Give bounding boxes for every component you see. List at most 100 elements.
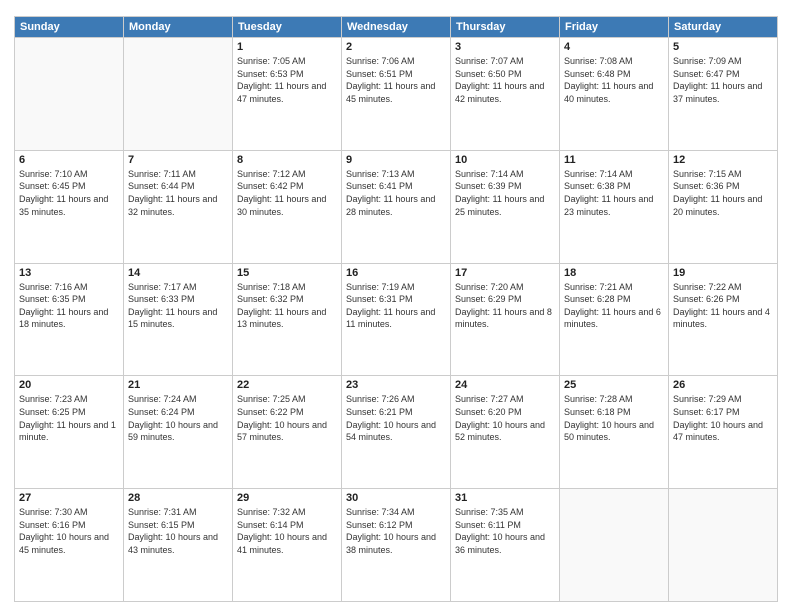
- day-info: Sunrise: 7:13 AM Sunset: 6:41 PM Dayligh…: [346, 168, 446, 218]
- calendar-cell: 20Sunrise: 7:23 AM Sunset: 6:25 PM Dayli…: [15, 376, 124, 489]
- day-info: Sunrise: 7:29 AM Sunset: 6:17 PM Dayligh…: [673, 393, 773, 443]
- day-info: Sunrise: 7:15 AM Sunset: 6:36 PM Dayligh…: [673, 168, 773, 218]
- day-info: Sunrise: 7:14 AM Sunset: 6:38 PM Dayligh…: [564, 168, 664, 218]
- calendar-cell: 6Sunrise: 7:10 AM Sunset: 6:45 PM Daylig…: [15, 150, 124, 263]
- day-number: 29: [237, 492, 337, 504]
- day-info: Sunrise: 7:30 AM Sunset: 6:16 PM Dayligh…: [19, 506, 119, 556]
- calendar-cell: 24 Sunrise: 7:27 AM Sunset: 6:20 PM Dayli…: [451, 376, 560, 489]
- calendar-cell: 7 Sunrise: 7:11 AM Sunset: 6:44 PM Daylig…: [124, 150, 233, 263]
- day-info: Sunrise: 7:34 AM Sunset: 6:12 PM Dayligh…: [346, 506, 446, 556]
- day-number: 10: [455, 154, 555, 166]
- day-number: 14: [128, 267, 228, 279]
- day-number: 4: [564, 41, 664, 53]
- day-info: Sunrise: 7:35 AM Sunset: 6:11 PM Dayligh…: [455, 506, 555, 556]
- calendar-cell: 26 Sunrise: 7:29 AM Sunset: 6:17 PM Dayli…: [669, 376, 778, 489]
- calendar-cell: 23 Sunrise: 7:26 AM Sunset: 6:21 PM Dayli…: [342, 376, 451, 489]
- day-info: Sunrise: 7:09 AM Sunset: 6:47 PM Dayligh…: [673, 55, 773, 105]
- day-info: Sunrise: 7:31 AM Sunset: 6:15 PM Dayligh…: [128, 506, 228, 556]
- weekday-header: Tuesday: [233, 17, 342, 38]
- day-number: 25: [564, 379, 664, 391]
- day-number: 15: [237, 267, 337, 279]
- day-info: Sunrise: 7:25 AM Sunset: 6:22 PM Dayligh…: [237, 393, 337, 443]
- calendar-cell: 28Sunrise: 7:31 AM Sunset: 6:15 PM Dayli…: [124, 489, 233, 602]
- calendar-table: SundayMondayTuesdayWednesdayThursdayFrid…: [14, 16, 778, 602]
- calendar-cell: 22 Sunrise: 7:25 AM Sunset: 6:22 PM Dayli…: [233, 376, 342, 489]
- day-info: Sunrise: 7:24 AM Sunset: 6:24 PM Dayligh…: [128, 393, 228, 443]
- day-info: Sunrise: 7:19 AM Sunset: 6:31 PM Dayligh…: [346, 281, 446, 331]
- calendar-cell: 11Sunrise: 7:14 AM Sunset: 6:38 PM Dayli…: [560, 150, 669, 263]
- weekday-header: Friday: [560, 17, 669, 38]
- day-number: 1: [237, 41, 337, 53]
- day-info: Sunrise: 7:12 AM Sunset: 6:42 PM Dayligh…: [237, 168, 337, 218]
- calendar-cell: 19 Sunrise: 7:22 AM Sunset: 6:26 PM Dayli…: [669, 263, 778, 376]
- day-info: Sunrise: 7:32 AM Sunset: 6:14 PM Dayligh…: [237, 506, 337, 556]
- calendar-cell: 3 Sunrise: 7:07 AM Sunset: 6:50 PM Daylig…: [451, 38, 560, 151]
- calendar-cell: 15Sunrise: 7:18 AM Sunset: 6:32 PM Dayli…: [233, 263, 342, 376]
- day-number: 8: [237, 154, 337, 166]
- weekday-header: Sunday: [15, 17, 124, 38]
- day-number: 24: [455, 379, 555, 391]
- day-number: 18: [564, 267, 664, 279]
- day-number: 2: [346, 41, 446, 53]
- calendar-cell: 5 Sunrise: 7:09 AM Sunset: 6:47 PM Daylig…: [669, 38, 778, 151]
- day-info: Sunrise: 7:21 AM Sunset: 6:28 PM Dayligh…: [564, 281, 664, 331]
- calendar-week-row: 27 Sunrise: 7:30 AM Sunset: 6:16 PM Dayli…: [15, 489, 778, 602]
- day-number: 27: [19, 492, 119, 504]
- day-info: Sunrise: 7:26 AM Sunset: 6:21 PM Dayligh…: [346, 393, 446, 443]
- weekday-header: Monday: [124, 17, 233, 38]
- calendar-cell: 18 Sunrise: 7:21 AM Sunset: 6:28 PM Dayli…: [560, 263, 669, 376]
- calendar-week-row: 13Sunrise: 7:16 AM Sunset: 6:35 PM Dayli…: [15, 263, 778, 376]
- day-number: 3: [455, 41, 555, 53]
- calendar-cell: [124, 38, 233, 151]
- calendar-cell: 9 Sunrise: 7:13 AM Sunset: 6:41 PM Daylig…: [342, 150, 451, 263]
- day-number: 21: [128, 379, 228, 391]
- day-info: Sunrise: 7:20 AM Sunset: 6:29 PM Dayligh…: [455, 281, 555, 331]
- day-number: 19: [673, 267, 773, 279]
- calendar-cell: 8 Sunrise: 7:12 AM Sunset: 6:42 PM Daylig…: [233, 150, 342, 263]
- calendar-cell: 21 Sunrise: 7:24 AM Sunset: 6:24 PM Dayli…: [124, 376, 233, 489]
- calendar-cell: 12 Sunrise: 7:15 AM Sunset: 6:36 PM Dayli…: [669, 150, 778, 263]
- calendar-cell: 30 Sunrise: 7:34 AM Sunset: 6:12 PM Dayli…: [342, 489, 451, 602]
- day-number: 6: [19, 154, 119, 166]
- calendar-cell: 14Sunrise: 7:17 AM Sunset: 6:33 PM Dayli…: [124, 263, 233, 376]
- day-number: 16: [346, 267, 446, 279]
- calendar-cell: [560, 489, 669, 602]
- day-info: Sunrise: 7:06 AM Sunset: 6:51 PM Dayligh…: [346, 55, 446, 105]
- weekday-header: Saturday: [669, 17, 778, 38]
- calendar-header-row: SundayMondayTuesdayWednesdayThursdayFrid…: [15, 17, 778, 38]
- calendar-week-row: 6Sunrise: 7:10 AM Sunset: 6:45 PM Daylig…: [15, 150, 778, 263]
- day-number: 17: [455, 267, 555, 279]
- calendar-cell: 27 Sunrise: 7:30 AM Sunset: 6:16 PM Dayli…: [15, 489, 124, 602]
- day-info: Sunrise: 7:05 AM Sunset: 6:53 PM Dayligh…: [237, 55, 337, 105]
- calendar-cell: 1 Sunrise: 7:05 AM Sunset: 6:53 PM Daylig…: [233, 38, 342, 151]
- calendar-cell: 10 Sunrise: 7:14 AM Sunset: 6:39 PM Dayli…: [451, 150, 560, 263]
- calendar-cell: [15, 38, 124, 151]
- day-info: Sunrise: 7:27 AM Sunset: 6:20 PM Dayligh…: [455, 393, 555, 443]
- day-number: 9: [346, 154, 446, 166]
- calendar-cell: 29 Sunrise: 7:32 AM Sunset: 6:14 PM Dayli…: [233, 489, 342, 602]
- day-number: 12: [673, 154, 773, 166]
- calendar-cell: [669, 489, 778, 602]
- page: General Blue SundayMondayTuesdayWednesda…: [0, 0, 792, 612]
- day-number: 23: [346, 379, 446, 391]
- calendar-cell: 25 Sunrise: 7:28 AM Sunset: 6:18 PM Dayli…: [560, 376, 669, 489]
- day-info: Sunrise: 7:28 AM Sunset: 6:18 PM Dayligh…: [564, 393, 664, 443]
- day-info: Sunrise: 7:22 AM Sunset: 6:26 PM Dayligh…: [673, 281, 773, 331]
- day-number: 22: [237, 379, 337, 391]
- day-number: 5: [673, 41, 773, 53]
- day-info: Sunrise: 7:23 AM Sunset: 6:25 PM Dayligh…: [19, 393, 119, 443]
- calendar-cell: 4 Sunrise: 7:08 AM Sunset: 6:48 PM Daylig…: [560, 38, 669, 151]
- day-info: Sunrise: 7:16 AM Sunset: 6:35 PM Dayligh…: [19, 281, 119, 331]
- day-number: 26: [673, 379, 773, 391]
- calendar-cell: 13Sunrise: 7:16 AM Sunset: 6:35 PM Dayli…: [15, 263, 124, 376]
- day-info: Sunrise: 7:11 AM Sunset: 6:44 PM Dayligh…: [128, 168, 228, 218]
- weekday-header: Wednesday: [342, 17, 451, 38]
- day-number: 30: [346, 492, 446, 504]
- calendar-cell: 31Sunrise: 7:35 AM Sunset: 6:11 PM Dayli…: [451, 489, 560, 602]
- day-number: 7: [128, 154, 228, 166]
- calendar-week-row: 1 Sunrise: 7:05 AM Sunset: 6:53 PM Daylig…: [15, 38, 778, 151]
- day-info: Sunrise: 7:07 AM Sunset: 6:50 PM Dayligh…: [455, 55, 555, 105]
- day-info: Sunrise: 7:14 AM Sunset: 6:39 PM Dayligh…: [455, 168, 555, 218]
- weekday-header: Thursday: [451, 17, 560, 38]
- day-info: Sunrise: 7:08 AM Sunset: 6:48 PM Dayligh…: [564, 55, 664, 105]
